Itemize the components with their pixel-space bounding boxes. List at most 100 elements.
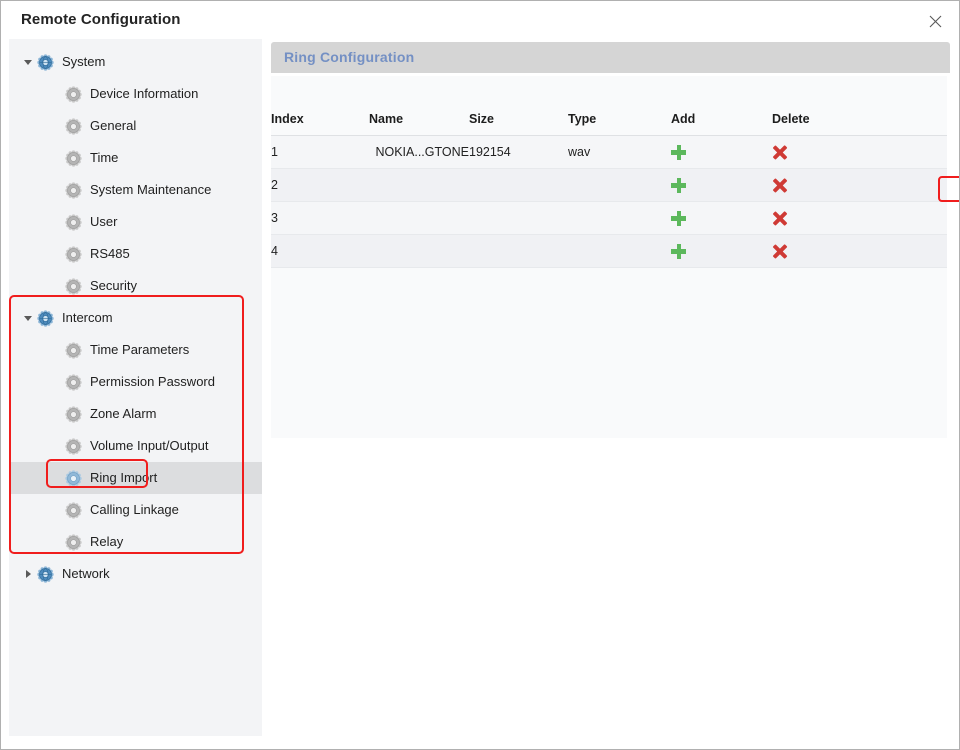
gear-icon [65,437,82,455]
gear-icon [65,85,82,103]
add-icon[interactable] [671,177,686,193]
gear-icon-active [65,469,82,487]
chevron-right-icon[interactable] [21,567,35,581]
sidebar-item-label: System [62,54,106,69]
table-row[interactable]: 3 [271,201,947,235]
cell-size [469,234,568,268]
cell-delete [772,135,947,169]
sidebar-tree-panel: System Device Information General Time Syste… [9,39,262,736]
table-row[interactable]: 4 [271,234,947,268]
gear-icon [65,501,82,519]
gear-icon [65,213,82,231]
sidebar-item-label: User [90,214,118,229]
sidebar-item-general[interactable]: General [9,110,262,142]
ring-configuration-table: Index Name Size Type Add Delete 1 NOKIA..… [271,76,947,268]
gear-icon [65,117,82,135]
cell-name [369,201,469,235]
sidebar-item-label: General [90,118,137,133]
table-header-row: Index Name Size Type Add Delete [271,76,947,136]
sidebar-item-relay[interactable]: Relay [9,526,262,558]
sidebar-item-label: System Maintenance [90,182,212,197]
cell-name [369,168,469,202]
remote-configuration-window: Remote Configuration System Device Inform… [0,0,960,750]
cell-type: wav [568,135,671,169]
cell-index: 4 [271,234,369,268]
delete-icon[interactable] [772,244,787,259]
add-icon[interactable] [671,210,686,226]
cell-name [369,234,469,268]
globe-gear-icon [37,565,54,583]
gear-icon [65,341,82,359]
delete-icon[interactable] [772,145,787,160]
cell-index: 1 [271,135,369,169]
globe-gear-icon [37,309,54,327]
column-header-index: Index [271,76,369,136]
sidebar-item-device-information[interactable]: Device Information [9,78,262,110]
gear-icon [65,405,82,423]
sidebar-item-label: Time Parameters [90,342,190,357]
ring-configuration-table-panel: Index Name Size Type Add Delete 1 NOKIA..… [271,76,947,438]
sidebar-item-label: Permission Password [90,374,215,389]
sidebar-item-intercom[interactable]: Intercom [9,302,262,334]
column-header-delete: Delete [772,76,947,136]
cell-add [671,168,772,202]
delete-icon[interactable] [772,178,787,193]
gear-icon [65,181,82,199]
sidebar-item-time-parameters[interactable]: Time Parameters [9,334,262,366]
cell-delete [772,234,947,268]
sidebar-item-label: Relay [90,534,124,549]
column-header-size: Size [469,76,568,136]
navigation-tree: System Device Information General Time Syste… [9,39,262,590]
sidebar-item-user[interactable]: User [9,206,262,238]
sidebar-item-label: Device Information [90,86,199,101]
cell-type [568,201,671,235]
sidebar-item-label: Network [62,566,110,581]
sidebar-item-time[interactable]: Time [9,142,262,174]
table-body: 1 NOKIA...GTONE 192154 wav 2 3 4 [271,135,947,268]
content-area: Ring Configuration Index Name Size Type … [262,39,959,749]
cell-size: 192154 [469,135,568,169]
gear-icon [65,533,82,551]
sidebar-item-ring-import[interactable]: Ring Import [9,462,262,494]
cell-name: NOKIA...GTONE [369,135,469,169]
sidebar-item-permission-password[interactable]: Permission Password [9,366,262,398]
cell-add [671,234,772,268]
sidebar-item-label: Calling Linkage [90,502,179,517]
window-title: Remote Configuration [21,11,181,28]
sidebar-item-zone-alarm[interactable]: Zone Alarm [9,398,262,430]
chevron-down-icon[interactable] [21,311,35,325]
sidebar-item-label: Volume Input/Output [90,438,209,453]
sidebar-item-calling-linkage[interactable]: Calling Linkage [9,494,262,526]
table-row[interactable]: 1 NOKIA...GTONE 192154 wav [271,135,947,169]
cell-delete [772,168,947,202]
gear-icon [65,277,82,295]
gear-icon [65,245,82,263]
sidebar-item-system[interactable]: System [9,46,262,78]
delete-icon[interactable] [772,211,787,226]
page-title: Ring Configuration [284,49,415,65]
gear-icon [65,149,82,167]
sidebar-item-network[interactable]: Network [9,558,262,590]
globe-gear-icon [37,53,54,71]
add-icon[interactable] [671,144,686,160]
cell-index: 3 [271,201,369,235]
close-icon[interactable] [921,7,949,35]
sidebar-item-rs485[interactable]: RS485 [9,238,262,270]
cell-add [671,201,772,235]
sidebar-item-volume-input-output[interactable]: Volume Input/Output [9,430,262,462]
add-icon[interactable] [671,243,686,259]
cell-type [568,168,671,202]
sidebar-item-system-maintenance[interactable]: System Maintenance [9,174,262,206]
cell-delete [772,201,947,235]
sidebar-item-label: Time [90,150,119,165]
chevron-down-icon[interactable] [21,55,35,69]
sidebar-item-label: RS485 [90,246,130,261]
cell-index: 2 [271,168,369,202]
column-header-type: Type [568,76,671,136]
sidebar-item-security[interactable]: Security [9,270,262,302]
table-row[interactable]: 2 [271,168,947,202]
cell-add [671,135,772,169]
cell-type [568,234,671,268]
sidebar-item-label: Intercom [62,310,113,325]
cell-size [469,168,568,202]
